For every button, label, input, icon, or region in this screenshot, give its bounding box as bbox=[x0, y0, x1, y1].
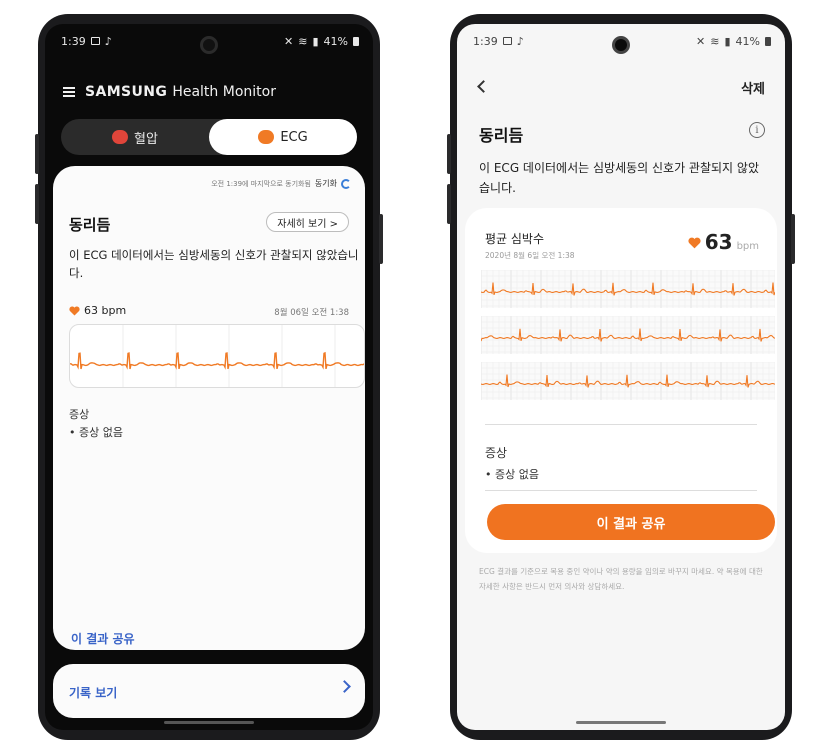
divider bbox=[485, 424, 757, 425]
phone-left: 1:39 ♪ ✕ ≋ ▮ 41% SAMSUNG Health Monitor bbox=[35, 14, 383, 740]
bpm-value: 63 bpm bbox=[84, 304, 127, 317]
tab-label: 혈압 bbox=[134, 131, 158, 147]
chevron-right-icon bbox=[338, 680, 351, 693]
symptoms-heading: 증상 bbox=[485, 446, 508, 460]
result-title: 동리듬 bbox=[69, 216, 111, 234]
avg-bpm-value: 63 bbox=[704, 230, 733, 254]
music-icon: ♪ bbox=[516, 34, 524, 48]
refresh-icon bbox=[341, 178, 351, 189]
battery-icon bbox=[353, 36, 359, 46]
ecg-strip-1 bbox=[481, 270, 775, 308]
detail-card: 평균 심박수 2020년 8월 6일 오전 1:38 63 bpm 증상 • 증… bbox=[465, 208, 777, 553]
status-time: 1:39 bbox=[473, 34, 498, 48]
tab-label: ECG bbox=[280, 129, 308, 145]
delete-button[interactable]: 삭제 bbox=[741, 78, 765, 97]
screen-left: 1:39 ♪ ✕ ≋ ▮ 41% SAMSUNG Health Monitor bbox=[45, 24, 373, 730]
ecg-strip-waveform bbox=[481, 362, 775, 400]
avg-heart-rate-date: 2020년 8월 6일 오전 1:38 bbox=[485, 251, 575, 260]
sync-status[interactable]: 오전 1:39에 마지막으로 동기화됨 동기화 bbox=[211, 178, 351, 189]
result-date: 8월 06일 오전 1:38 bbox=[274, 308, 349, 318]
ecg-strip-2 bbox=[481, 316, 775, 354]
gallery-icon bbox=[90, 37, 100, 45]
signal-icon: ▮ bbox=[312, 34, 319, 48]
bpm-row: 63 bpm bbox=[69, 304, 126, 317]
hamburger-icon[interactable] bbox=[63, 87, 75, 97]
mute-icon: ✕ bbox=[696, 34, 706, 48]
result-description: 이 ECG 데이터에서는 심방세동의 신호가 관찰되지 않았습니다. bbox=[479, 161, 759, 195]
records-card[interactable]: 기록 보기 bbox=[53, 664, 365, 718]
volume-button bbox=[447, 134, 451, 174]
wifi-icon: ≋ bbox=[298, 34, 308, 48]
result-title: 동리듬 bbox=[479, 126, 524, 145]
tab-blood-pressure[interactable]: 혈압 bbox=[61, 119, 209, 155]
brand-logo: SAMSUNG bbox=[85, 84, 168, 100]
battery-level: 41% bbox=[735, 34, 760, 48]
symptom-item: • 증상 없음 bbox=[69, 426, 123, 439]
volume-button bbox=[447, 184, 451, 224]
divider bbox=[485, 490, 757, 491]
sync-text: 오전 1:39에 마지막으로 동기화됨 bbox=[211, 179, 311, 188]
avg-heart-rate-label: 평균 심박수 bbox=[485, 232, 545, 246]
home-indicator[interactable] bbox=[164, 721, 254, 724]
battery-level: 41% bbox=[323, 34, 348, 48]
symptom-item: • 증상 없음 bbox=[485, 468, 539, 481]
result-card: 오전 1:39에 마지막으로 동기화됨 동기화 동리듬 자세히 보기 > 이 E… bbox=[53, 166, 365, 650]
volume-button bbox=[35, 184, 39, 224]
gallery-icon bbox=[502, 37, 512, 45]
screen-right: 1:39 ♪ ✕ ≋ ▮ 41% 삭제 동리듬 i 이 ECG 데이터에서는 심… bbox=[457, 24, 785, 730]
ecg-preview[interactable] bbox=[69, 324, 365, 388]
battery-icon bbox=[765, 36, 771, 46]
status-time: 1:39 bbox=[61, 34, 86, 48]
result-description: 이 ECG 데이터에서는 심방세동의 신호가 관찰되지 않았습니다. bbox=[69, 248, 359, 280]
ecg-heart-icon bbox=[258, 130, 275, 144]
info-icon[interactable]: i bbox=[749, 122, 765, 138]
view-records-link[interactable]: 기록 보기 bbox=[69, 684, 117, 701]
heart-icon bbox=[688, 237, 701, 249]
blood-pressure-heart-icon bbox=[112, 130, 129, 144]
avg-bpm-unit: bpm bbox=[736, 241, 759, 252]
share-result-button[interactable]: 이 결과 공유 bbox=[487, 504, 775, 540]
home-indicator[interactable] bbox=[576, 721, 666, 724]
app-header: SAMSUNG Health Monitor bbox=[45, 80, 373, 104]
sync-label: 동기화 bbox=[314, 179, 337, 188]
ecg-strip-waveform bbox=[481, 316, 775, 354]
brand-subtitle: Health Monitor bbox=[172, 84, 276, 100]
ecg-strip-3 bbox=[481, 362, 775, 400]
status-bar: 1:39 ♪ ✕ ≋ ▮ 41% bbox=[457, 24, 785, 58]
heart-icon bbox=[69, 305, 80, 316]
tab-ecg[interactable]: ECG bbox=[209, 119, 357, 155]
disclaimer-text: ECG 결과를 기준으로 복용 중인 약이나 약의 용량을 임의로 바꾸지 마세… bbox=[479, 567, 763, 591]
power-button bbox=[791, 214, 795, 264]
back-arrow-icon[interactable] bbox=[477, 80, 490, 93]
share-result-link[interactable]: 이 결과 공유 bbox=[71, 630, 135, 647]
power-button bbox=[379, 214, 383, 264]
signal-icon: ▮ bbox=[724, 34, 731, 48]
symptoms-heading: 증상 bbox=[69, 408, 90, 421]
wifi-icon: ≋ bbox=[710, 34, 720, 48]
ecg-strip-waveform bbox=[481, 270, 775, 308]
avg-bpm: 63 bpm bbox=[688, 230, 759, 254]
phone-right: 1:39 ♪ ✕ ≋ ▮ 41% 삭제 동리듬 i 이 ECG 데이터에서는 심… bbox=[447, 14, 795, 740]
ecg-waveform bbox=[70, 325, 364, 387]
status-bar: 1:39 ♪ ✕ ≋ ▮ 41% bbox=[45, 24, 373, 58]
mode-tabs: 혈압 ECG bbox=[61, 119, 357, 155]
detail-button[interactable]: 자세히 보기 > bbox=[266, 212, 349, 232]
mute-icon: ✕ bbox=[284, 34, 294, 48]
volume-button bbox=[35, 134, 39, 174]
music-icon: ♪ bbox=[104, 34, 112, 48]
